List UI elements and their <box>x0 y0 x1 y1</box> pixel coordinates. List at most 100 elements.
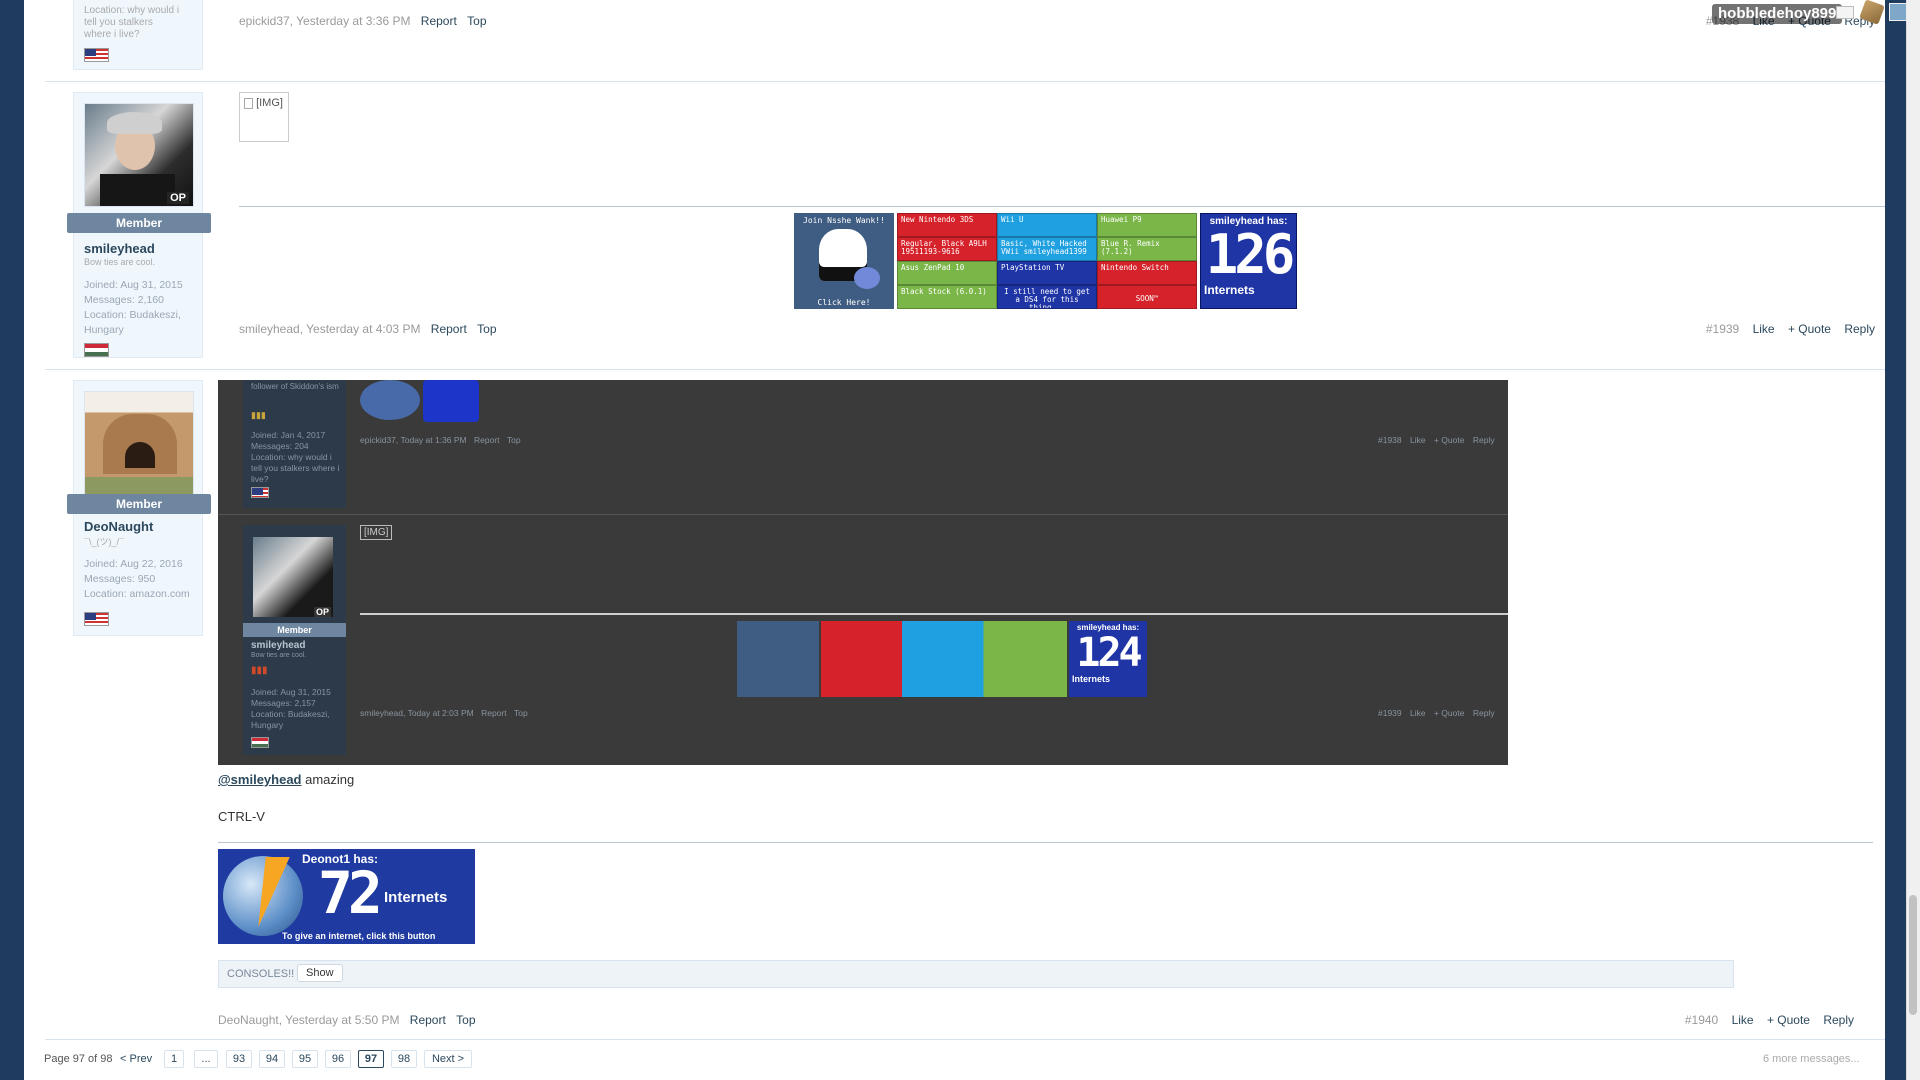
internets-badge[interactable]: smileyhead has: 126 Internets <box>1200 213 1297 309</box>
spoiler-show-button[interactable]: Show <box>297 964 343 982</box>
console-cell: New Nintendo 3DS <box>897 213 997 237</box>
quoted-number: #1939 <box>1378 708 1402 718</box>
quoted-op-badge: OP <box>313 607 331 617</box>
avatar[interactable] <box>84 391 194 495</box>
internets-footer: To give an internet, click this button <box>282 931 436 941</box>
scrollbar-thumb[interactable] <box>1909 895 1917 1015</box>
post-meta: DeoNaught, Yesterday at 5:50 PM Report T… <box>218 1013 476 1027</box>
quoted-quote: + Quote <box>1433 708 1465 718</box>
console-cell: Nintendo Switch <box>1097 261 1197 285</box>
discord-banner-bottom: Click Here! <box>817 298 871 307</box>
console-cell: Black Stock (6.0.1) <box>897 285 997 309</box>
quoted-avatar: OP <box>253 537 333 617</box>
quoted-username: smileyhead <box>251 640 306 651</box>
page-link-94[interactable]: 94 <box>259 1050 285 1068</box>
quoted-sig-divider <box>360 613 1508 615</box>
quoted-internets-count: 124 <box>1076 630 1142 676</box>
like-link[interactable]: Like <box>1732 1013 1754 1027</box>
message-text: amazing <box>301 772 355 787</box>
internets-signature-button[interactable]: Deonot1 has: 72 Internets To give an int… <box>218 849 475 944</box>
broken-image-label: [IMG] <box>256 97 283 109</box>
quoted-divider <box>218 514 1508 515</box>
spoiler-label: CONSOLES!! <box>227 968 295 980</box>
console-cell: Asus ZenPad 10 <box>897 261 997 285</box>
quote-link[interactable]: + Quote <box>1767 1013 1810 1027</box>
rank-ribbon: Member <box>67 213 211 233</box>
page-link-96[interactable]: 96 <box>325 1050 351 1068</box>
console-cell: Basic, White Hacked VWii smileyhead1399 <box>997 237 1097 261</box>
visitor-username[interactable]: hobbledehoy899 <box>1712 4 1843 24</box>
internets-count: 72 <box>318 859 383 927</box>
quoted-number: #1938 <box>1378 435 1402 445</box>
post-1938-tail: Location: why would i tell you stalkers … <box>45 0 1885 82</box>
quoted-report: Report <box>474 435 500 445</box>
op-badge: OP <box>167 192 189 204</box>
report-link[interactable]: Report <box>431 322 467 336</box>
quoted-author-time: epickid37, Today at 1:36 PM <box>360 435 467 445</box>
message-line-2: CTRL-V <box>218 809 265 824</box>
spoiler-box: CONSOLES!! Show <box>218 960 1734 988</box>
page-link-98[interactable]: 98 <box>391 1050 417 1068</box>
messages-count[interactable]: 950 <box>138 573 156 585</box>
console-cell: Wii U <box>997 213 1097 237</box>
author-time[interactable]: DeoNaught, Yesterday at 5:50 PM <box>218 1013 399 1027</box>
inbox-icon[interactable] <box>1836 6 1854 19</box>
next-page-link[interactable]: Next > <box>424 1050 472 1068</box>
thread-content: Location: why would i tell you stalkers … <box>24 0 1894 1080</box>
discord-icon <box>854 267 880 289</box>
rank-ribbon: Member <box>67 494 211 514</box>
discord-banner-top: Join Nsshe Wank!! <box>803 216 885 225</box>
post-number[interactable]: #1939 <box>1706 322 1739 336</box>
messages-count[interactable]: 2,160 <box>138 294 164 306</box>
messages-label: Messages: <box>84 294 135 306</box>
page-link-95[interactable]: 95 <box>292 1050 318 1068</box>
discord-banner[interactable]: Join Nsshe Wank!! Click Here! <box>794 213 894 309</box>
report-link[interactable]: Report <box>410 1013 446 1027</box>
quoted-like: Like <box>1410 708 1426 718</box>
console-cell: PlayStation TV <box>997 261 1097 285</box>
post-number[interactable]: #1940 <box>1685 1013 1718 1027</box>
quoted-consoles-grid <box>821 621 1067 697</box>
post-actions: #1939 Like + Quote Reply <box>1706 322 1875 336</box>
quoted-user-block: OP Member smileyhead Bow ties are cool. … <box>243 525 346 755</box>
report-link[interactable]: Report <box>421 14 457 28</box>
prev-page-link[interactable]: < Prev <box>120 1050 152 1068</box>
page-link-93[interactable]: 93 <box>226 1050 252 1068</box>
quoted-messages: 204 <box>294 441 309 451</box>
user-avatar-icon[interactable] <box>1889 3 1907 21</box>
top-link[interactable]: Top <box>477 322 496 336</box>
quoted-rank-ribbon: Member <box>243 623 346 637</box>
author-time[interactable]: epickid37, Yesterday at 3:36 PM <box>239 14 410 28</box>
like-link[interactable]: Like <box>1753 322 1775 336</box>
joined-date: Aug 22, 2016 <box>120 558 183 570</box>
console-cell: Regular, Black A9LH 19511193-9616 <box>897 237 997 261</box>
author-time[interactable]: smileyhead, Yesterday at 4:03 PM <box>239 322 420 336</box>
top-link[interactable]: Top <box>467 14 486 28</box>
page-ellipsis-button[interactable]: ... <box>194 1050 218 1068</box>
username[interactable]: DeoNaught <box>84 519 153 534</box>
quoted-discord-banner <box>737 621 819 697</box>
quoted-joined: Aug 31, 2015 <box>280 687 331 697</box>
quoted-like: Like <box>1410 435 1426 445</box>
page-link-1[interactable]: 1 <box>164 1050 184 1068</box>
reply-link[interactable]: Reply <box>1823 1013 1854 1027</box>
avatar[interactable]: OP <box>84 103 194 207</box>
username[interactable]: smileyhead <box>84 241 155 256</box>
quoted-top: Top <box>513 708 528 718</box>
flag-hu-icon <box>84 343 109 357</box>
console-cell: SOON™ <box>1097 285 1197 309</box>
top-link[interactable]: Top <box>456 1013 475 1027</box>
user-title: Bow ties are cool. <box>84 257 156 267</box>
quoted-location: Budakeszi, Hungary <box>251 709 330 730</box>
location-value[interactable]: amazon.com <box>130 588 190 600</box>
reply-link[interactable]: Reply <box>1844 322 1875 336</box>
page-link-current[interactable]: 97 <box>358 1050 384 1068</box>
quoted-top: Top <box>506 435 521 445</box>
more-messages-link[interactable]: 6 more messages... <box>1763 1050 1860 1068</box>
flag-us-icon <box>84 48 109 62</box>
quoted-location: why would i tell you stalkers where i li… <box>251 452 340 484</box>
quoted-user-title: Bow ties are cool. <box>251 652 307 659</box>
quote-link[interactable]: + Quote <box>1788 322 1831 336</box>
mention-link[interactable]: @smileyhead <box>218 772 302 787</box>
embedded-screenshot[interactable]: follower of Skiddon's ism ▮▮▮ Joined: Ja… <box>218 380 1508 765</box>
